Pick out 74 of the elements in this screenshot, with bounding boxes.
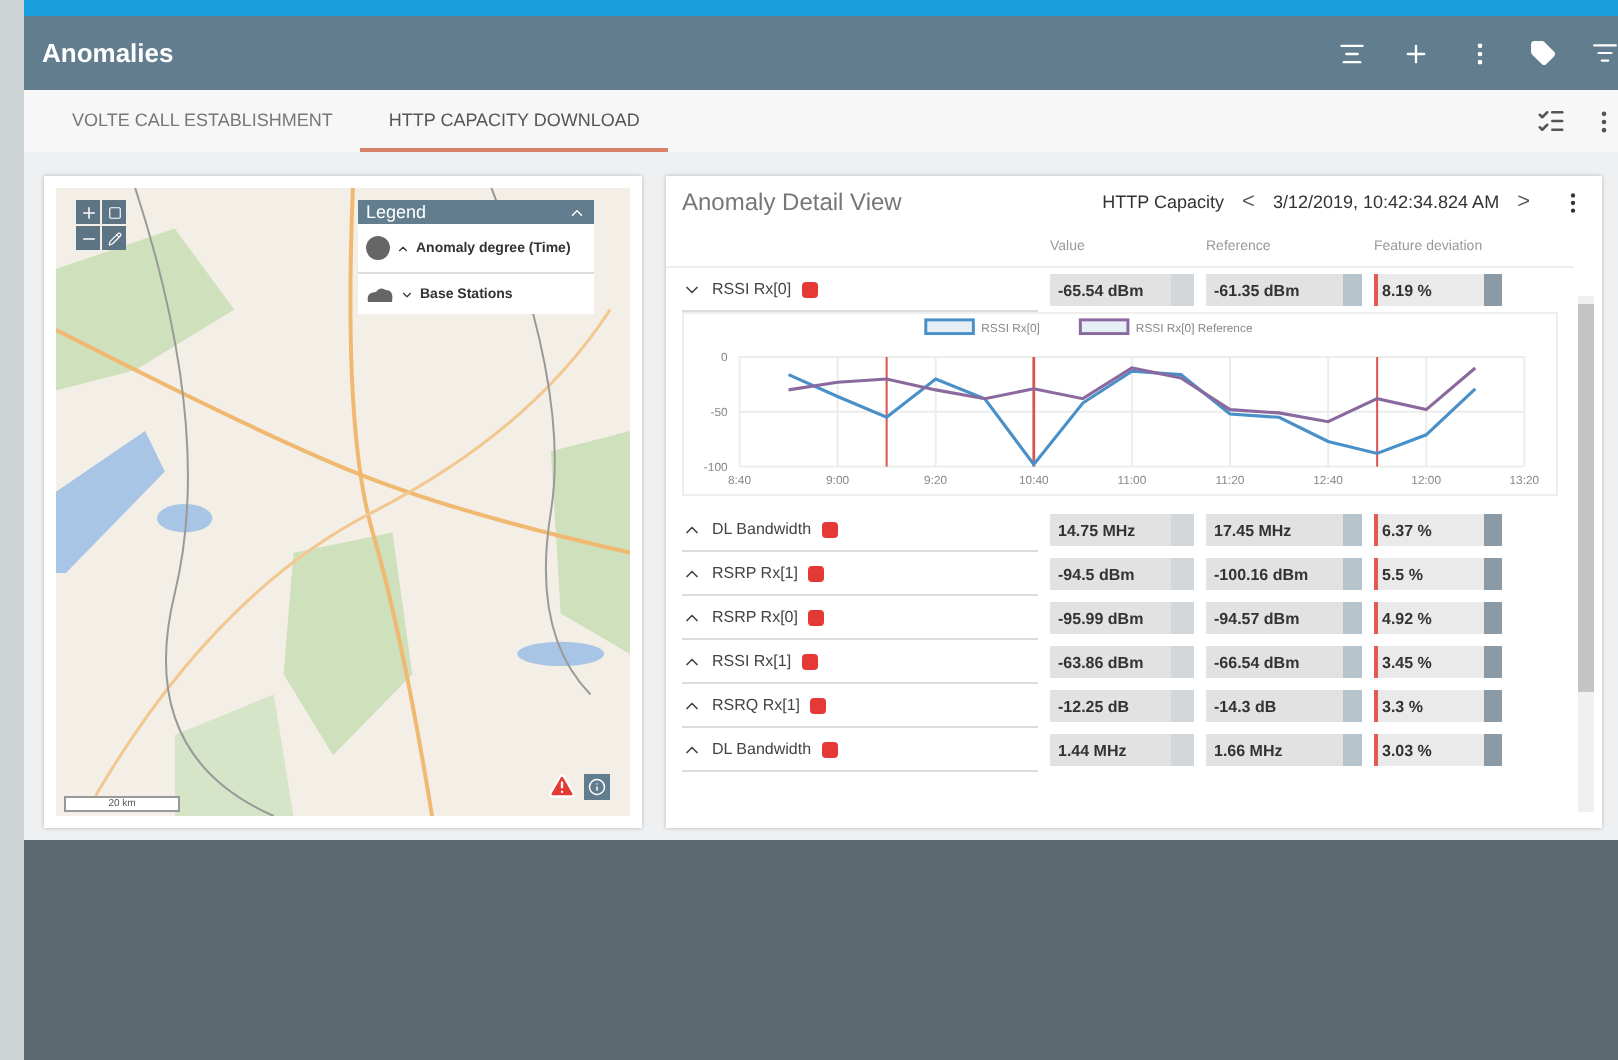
warning-icon[interactable] <box>548 772 576 800</box>
align-center-icon[interactable] <box>1338 39 1366 67</box>
value-cell: -65.54 dBm <box>1050 274 1194 306</box>
timestamp: 3/12/2019, 10:42:34.824 AM <box>1272 192 1500 212</box>
caret-icon[interactable] <box>396 241 410 255</box>
draw-button[interactable] <box>102 226 126 250</box>
reference-cell: -14.3 dB <box>1206 690 1362 722</box>
list-check-icon[interactable] <box>1536 106 1566 136</box>
square-icon <box>107 205 121 219</box>
tab[interactable]: VOLTE CALL ESTABLISHMENT <box>44 90 361 152</box>
tab[interactable]: HTTP CAPACITY DOWNLOAD <box>360 90 668 152</box>
circle-icon <box>366 236 390 260</box>
deviation-cell: 4.92 % <box>1374 602 1502 634</box>
test-name: HTTP Capacity <box>1102 192 1225 212</box>
window-title: Anomalies <box>42 38 176 68</box>
badge-icon <box>810 697 827 713</box>
metric-name: RSSI Rx[0] <box>712 280 792 298</box>
deviation-cell: 5.5 % <box>1374 558 1502 590</box>
deviation-cell: 8.19 % <box>1374 274 1502 306</box>
deviation-cell: 3.03 % <box>1374 734 1502 766</box>
info-button[interactable] <box>584 773 610 799</box>
badge-icon <box>821 741 838 757</box>
reference-cell: -94.57 dBm <box>1206 602 1362 634</box>
value-cell: -94.5 dBm <box>1050 558 1194 590</box>
metric-name: DL Bandwidth <box>712 740 812 758</box>
deviation-cell: 3.3 % <box>1374 690 1502 722</box>
anomaly-marker <box>1032 357 1036 467</box>
value-cell: 14.75 MHz <box>1050 514 1194 546</box>
reference-cell: 17.45 MHz <box>1206 514 1362 546</box>
legend-title: Legend <box>366 202 427 222</box>
next-button[interactable]: > <box>1511 190 1536 214</box>
plus-icon <box>79 203 97 221</box>
metric-toggle[interactable]: DL Bandwidth <box>682 728 1038 772</box>
tag-icon[interactable] <box>1530 40 1556 66</box>
value-cell: -63.86 dBm <box>1050 646 1194 678</box>
badge-icon <box>801 653 818 669</box>
filter-icon[interactable] <box>1592 40 1618 66</box>
value-cell: 1.44 MHz <box>1050 734 1194 766</box>
badge-icon <box>807 609 824 625</box>
metric-toggle[interactable]: RSRP Rx[1] <box>682 552 1038 596</box>
value-cell: -95.99 dBm <box>1050 602 1194 634</box>
metric-toggle[interactable]: RSRP Rx[0] <box>682 596 1038 640</box>
metric-toggle[interactable]: RSSI Rx[1] <box>682 640 1038 684</box>
reference-cell: -66.54 dBm <box>1206 646 1362 678</box>
previous-button[interactable]: < <box>1236 190 1261 214</box>
metric-name: RSRQ Rx[1] <box>712 696 801 714</box>
badge-icon <box>807 565 824 581</box>
badge-icon <box>801 281 818 297</box>
reference-cell: -61.35 dBm <box>1206 274 1362 306</box>
zoom-box-button[interactable] <box>102 200 126 224</box>
caret-icon[interactable] <box>400 287 414 301</box>
anomaly-marker <box>885 356 888 468</box>
deviation-cell: 3.45 % <box>1374 646 1502 678</box>
metric-name: RSRP Rx[0] <box>712 608 798 626</box>
metric-toggle[interactable]: RSRQ Rx[1] <box>682 684 1038 728</box>
panel-title: Anomaly Detail View <box>682 188 904 216</box>
zoom-in-button[interactable] <box>76 200 100 224</box>
info-icon <box>588 777 606 795</box>
pencil-icon <box>107 231 121 245</box>
cloud-icon <box>366 286 394 302</box>
deviation-cell: 6.37 % <box>1374 514 1502 546</box>
reference-cell: 1.66 MHz <box>1206 734 1362 766</box>
value-cell: -12.25 dB <box>1050 690 1194 722</box>
badge-icon <box>821 521 838 537</box>
add-icon[interactable] <box>1402 39 1430 67</box>
metric-name: DL Bandwidth <box>712 520 812 538</box>
reference-cell: -100.16 dBm <box>1206 558 1362 590</box>
zoom-out-button[interactable] <box>76 226 100 250</box>
metric-name: RSSI Rx[1] <box>712 652 792 670</box>
anomaly-marker <box>1376 356 1379 468</box>
metric-name: RSRP Rx[1] <box>712 564 798 582</box>
metric-toggle[interactable]: DL Bandwidth <box>682 508 1038 552</box>
metric-toggle[interactable]: RSSI Rx[0] <box>682 268 1038 312</box>
scrollbar[interactable] <box>1578 296 1594 812</box>
